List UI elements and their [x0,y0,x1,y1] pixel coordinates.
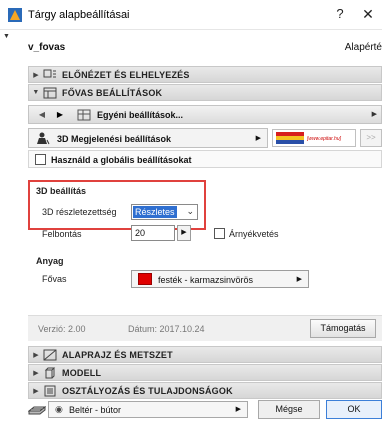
material-value: festék - karmazsinvörös [158,275,254,285]
default-label: Alapérté [344,42,382,53]
help-button[interactable]: ? [332,6,348,22]
custom-settings-icon [77,109,91,121]
custom-settings-label[interactable]: Egyéni beállítások... [97,110,183,120]
section-model-label: MODELL [62,367,102,378]
global-settings-row: Használd a globális beállításokat [28,150,382,168]
parameters-panel: 3D beállítás 3D részletezettség Részlete… [28,172,382,312]
expand-arrow-icon: ▶ [33,351,39,359]
epitar-logo: [www.epitar.hu] [272,129,356,147]
detail-level-select[interactable]: Részletes ⌄ [131,204,198,220]
detail-level-label: 3D részletezettség [42,207,117,217]
appearance-settings-dropdown[interactable]: 3D Megjelenési beállítások ▶ [28,128,268,148]
archicad-app-icon [8,8,22,22]
window-title: Tárgy alapbeállításai [28,9,130,21]
resolution-stepper[interactable]: ▶ [177,225,191,241]
collapse-arrow-icon: ▼ [32,89,40,96]
cancel-button[interactable]: Mégse [258,400,320,419]
dropdown-arrow-icon: ▶ [235,406,241,413]
page-toolbar: ◀ ▶ Egyéni beállítások... ▶ [28,105,382,124]
global-settings-label: Használd a globális beállításokat [51,155,192,165]
resolution-label: Felbontás [42,229,82,239]
section-main-label: FŐVAS BEÁLLÍTÁSOK [62,87,163,98]
global-settings-checkbox[interactable] [35,154,46,165]
expand-arrow-icon[interactable]: ▶ [372,110,377,118]
section-floorplan-label: ALAPRAJZ ÉS METSZET [62,349,173,360]
shadow-checkbox[interactable] [214,228,225,239]
user-3d-icon [37,132,50,145]
chevron-down-icon: ⌄ [186,206,194,216]
collapse-arrow-icon[interactable]: ▼ [3,33,10,40]
dropdown-arrow-icon: ▶ [296,276,302,283]
section-main-settings[interactable]: ▼ FŐVAS BEÁLLÍTÁSOK [28,84,382,101]
version-text: Verzió: 2.00 [38,324,86,334]
material-dropdown[interactable]: festék - karmazsinvörös ▶ [131,270,309,288]
date-text: Dátum: 2017.10.24 [128,324,205,334]
detail-level-value: Részletes [133,206,177,218]
bottom-bar: ◉ Beltér - bútor ▶ Mégse OK [28,399,382,421]
eye-icon: ◉ [55,404,63,414]
next-page-button[interactable]: ▶ [53,108,67,121]
close-button[interactable]: ✕ [360,6,376,22]
floorplan-icon [43,349,57,360]
logo-url: [www.epitar.hu] [307,136,341,142]
dropdown-arrow-icon: ▶ [255,135,261,142]
expand-arrow-icon: ▶ [33,387,39,395]
object-header: ▼ v_fovas Alapérté [0,30,382,58]
next-pages-button[interactable]: >> [360,129,382,147]
shadow-label: Árnyékvetés [229,229,279,239]
appearance-settings-row: 3D Megjelenési beállítások ▶ [www.epitar… [28,128,382,148]
flag-logo-icon [276,132,304,144]
ok-button[interactable]: OK [326,400,382,419]
expand-arrow-icon: ▶ [33,369,39,377]
footer-info: Verzió: 2.00 Dátum: 2017.10.24 Támogatás [28,315,382,341]
section-3d-title: 3D beállítás [36,186,87,196]
title-bar: Tárgy alapbeállításai ? ✕ [0,0,382,30]
section-model[interactable]: ▶ MODELL [28,364,382,381]
layer-value: Beltér - bútor [69,405,122,415]
material-section-title: Anyag [36,256,64,266]
prev-page-button[interactable]: ◀ [35,108,49,121]
settings-table-icon [43,87,57,98]
expand-arrow-icon: ▶ [33,71,39,79]
support-button[interactable]: Támogatás [310,319,376,338]
layer-dropdown[interactable]: ◉ Beltér - bútor ▶ [48,401,248,418]
section-preview[interactable]: ▶ ELŐNÉZET ÉS ELHELYEZÉS [28,66,382,83]
section-classification[interactable]: ▶ OSZTÁLYOZÁS ÉS TULAJDONSÁGOK [28,382,382,399]
classification-list-icon [44,385,56,396]
material-color-swatch [138,273,152,285]
resolution-input[interactable]: 20 [131,225,175,241]
model-cube-icon [44,367,56,378]
appearance-settings-label: 3D Megjelenési beállítások [57,134,172,144]
material-label: Fővas [42,274,67,284]
library-stack-icon[interactable] [28,401,46,417]
object-name: v_fovas [28,42,66,53]
preview-placement-icon [43,69,56,77]
section-classification-label: OSZTÁLYOZÁS ÉS TULAJDONSÁGOK [62,385,233,396]
section-floorplan[interactable]: ▶ ALAPRAJZ ÉS METSZET [28,346,382,363]
section-preview-label: ELŐNÉZET ÉS ELHELYEZÉS [62,69,190,80]
